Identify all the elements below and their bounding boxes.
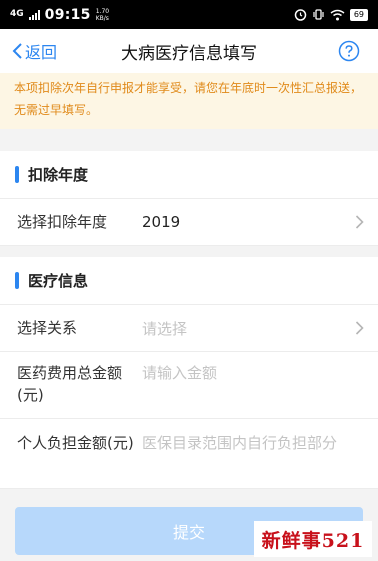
section-marker	[15, 272, 19, 289]
deduction-section-title: 扣除年度	[28, 166, 89, 184]
personal-cost-label: 个人负担金额(元)	[17, 434, 134, 452]
deduction-year-label: 选择扣除年度	[17, 213, 108, 231]
status-left: 4G 09:15 1.70 KB/s	[10, 7, 109, 23]
relation-row[interactable]: 选择关系 请选择	[0, 305, 378, 352]
vibrate-icon	[313, 9, 324, 20]
chevron-right-icon	[355, 321, 364, 335]
relation-select[interactable]: 请选择	[142, 318, 187, 339]
wifi-icon	[330, 9, 345, 20]
total-cost-label: 医药费用总金额(元)	[17, 364, 123, 404]
status-right: 69	[294, 8, 368, 21]
network-speed-value: 1.70	[95, 7, 110, 15]
section-gap	[0, 246, 378, 257]
battery-indicator: 69	[349, 8, 368, 21]
relation-label: 选择关系	[17, 319, 78, 337]
total-cost-input[interactable]: 请输入金额	[142, 362, 217, 384]
page: 4G 09:15 1.70 KB/s 69 返回 大病医疗信息填写 本项扣除次年…	[0, 0, 378, 561]
medical-section-title: 医疗信息	[28, 272, 89, 290]
chevron-left-icon	[12, 43, 22, 59]
question-circle-icon[interactable]	[338, 40, 360, 62]
signal-bars-icon	[28, 9, 40, 20]
signal-indicator: 4G	[10, 9, 24, 19]
chevron-right-icon	[355, 215, 364, 229]
alarm-icon	[294, 9, 307, 21]
personal-cost-row: 个人负担金额(元) 医保目录范围内自行负担部分	[0, 419, 378, 489]
back-button[interactable]: 返回	[12, 29, 57, 73]
deduction-section-header: 扣除年度	[0, 151, 378, 199]
notice-banner: 本项扣除次年自行申报才能享受，请您在年底时一次性汇总报送，无需过早填写。	[0, 73, 378, 129]
deduction-year-value: 2019	[142, 213, 181, 231]
personal-cost-input[interactable]: 医保目录范围内自行负担部分	[142, 432, 337, 454]
status-bar: 4G 09:15 1.70 KB/s 69	[0, 0, 378, 29]
network-speed: 1.70 KB/s	[96, 8, 109, 22]
page-title: 大病医疗信息填写	[121, 43, 257, 64]
section-marker	[15, 166, 19, 183]
deduction-year-row[interactable]: 选择扣除年度 2019	[0, 199, 378, 246]
nav-bar: 返回 大病医疗信息填写	[0, 29, 378, 73]
section-gap	[0, 129, 378, 151]
status-time: 09:15	[44, 6, 91, 23]
watermark: 新鲜事521	[254, 521, 372, 557]
back-button-label: 返回	[25, 43, 58, 62]
medical-section-header: 医疗信息	[0, 257, 378, 305]
notice-text: 本项扣除次年自行申报才能享受，请您在年底时一次性汇总报送，无需过早填写。	[14, 81, 363, 117]
network-speed-unit: KB/s	[95, 14, 109, 22]
total-cost-row: 医药费用总金额(元) 请输入金额	[0, 352, 378, 419]
